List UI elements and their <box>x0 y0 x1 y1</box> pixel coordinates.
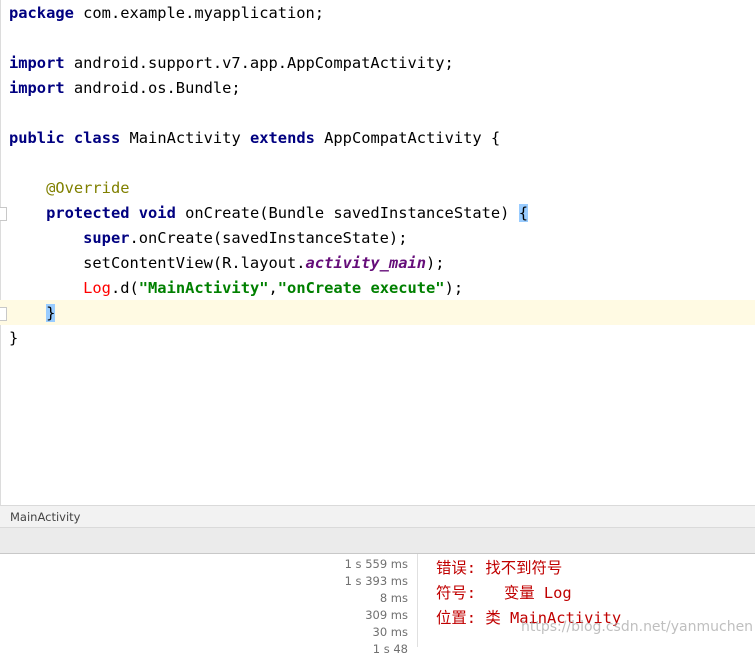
keyword: public <box>9 129 65 147</box>
keyword: extends <box>250 129 315 147</box>
breadcrumb: MainActivity <box>0 505 755 528</box>
package-name: com.example.myapplication; <box>73 4 325 22</box>
code-line-method-close[interactable]: } <box>9 301 56 326</box>
current-line-highlight <box>0 300 755 325</box>
code-line-annotation[interactable]: @Override <box>9 176 129 201</box>
build-timing: 30 ms <box>372 625 408 639</box>
string-literal: "MainActivity" <box>138 279 269 297</box>
code-line-set-content-view[interactable]: setContentView(R.layout.activity_main); <box>9 251 445 276</box>
punctuation: , <box>268 279 278 297</box>
code-line-log-call[interactable]: Log.d("MainActivity","onCreate execute")… <box>9 276 463 301</box>
brace: } <box>9 329 19 347</box>
superclass-name: AppCompatActivity { <box>314 129 501 147</box>
punctuation: ); <box>444 279 464 297</box>
keyword: import <box>9 54 65 72</box>
build-timings-list: 1 s 559 ms 1 s 393 ms 8 ms 309 ms 30 ms … <box>280 556 408 658</box>
error-message[interactable]: 错误: 找不到符号 <box>436 556 621 581</box>
build-timing: 8 ms <box>379 591 408 605</box>
code-line-package[interactable]: package com.example.myapplication; <box>9 1 324 26</box>
gutter-border <box>0 0 1 505</box>
matching-brace: { <box>518 204 528 222</box>
keyword: class <box>73 129 121 147</box>
code-line-class-declaration[interactable]: public class MainActivity extends AppCom… <box>9 126 500 151</box>
build-timing: 1 s 48 <box>372 642 408 656</box>
keyword: import <box>9 79 65 97</box>
build-timing: 1 s 559 ms <box>344 557 408 571</box>
method-call: .onCreate(savedInstanceState); <box>129 229 408 247</box>
method-call: setContentView(R.layout. <box>83 254 306 272</box>
code-line-super-call[interactable]: super.onCreate(savedInstanceState); <box>9 226 407 251</box>
method-signature: onCreate(Bundle savedInstanceState) <box>175 204 519 222</box>
tool-window-header <box>0 528 755 554</box>
annotation: @Override <box>46 179 130 197</box>
import-path: android.os.Bundle; <box>64 79 241 97</box>
code-line-import[interactable]: import android.os.Bundle; <box>9 76 241 101</box>
keyword: void <box>138 204 176 222</box>
code-line-class-close[interactable]: } <box>9 326 18 351</box>
breadcrumb-item[interactable]: MainActivity <box>10 510 80 524</box>
punctuation: ); <box>426 254 445 272</box>
code-line-import[interactable]: import android.support.v7.app.AppCompatA… <box>9 51 454 76</box>
code-editor[interactable]: package com.example.myapplication; impor… <box>0 0 755 505</box>
import-path: android.support.v7.app.AppCompatActivity… <box>64 54 454 72</box>
fold-marker-icon[interactable] <box>0 307 7 321</box>
method-call: .d( <box>110 279 139 297</box>
static-field: activity_main <box>305 254 426 272</box>
class-name: MainActivity <box>129 129 241 147</box>
matching-brace: } <box>46 304 56 322</box>
fold-marker-icon[interactable] <box>0 207 7 221</box>
code-line-method-declaration[interactable]: protected void onCreate(Bundle savedInst… <box>9 201 528 226</box>
keyword: protected <box>46 204 130 222</box>
watermark: https://blog.csdn.net/yanmuchen <box>521 619 754 635</box>
panel-splitter[interactable] <box>417 554 418 647</box>
build-timing: 309 ms <box>365 608 408 622</box>
string-literal: "onCreate execute" <box>277 279 445 297</box>
error-symbol-line: 符号: 变量 Log <box>436 584 572 602</box>
build-timing: 1 s 393 ms <box>344 574 408 588</box>
keyword: package <box>9 4 74 22</box>
unresolved-symbol: Log <box>83 279 111 297</box>
keyword: super <box>83 229 130 247</box>
